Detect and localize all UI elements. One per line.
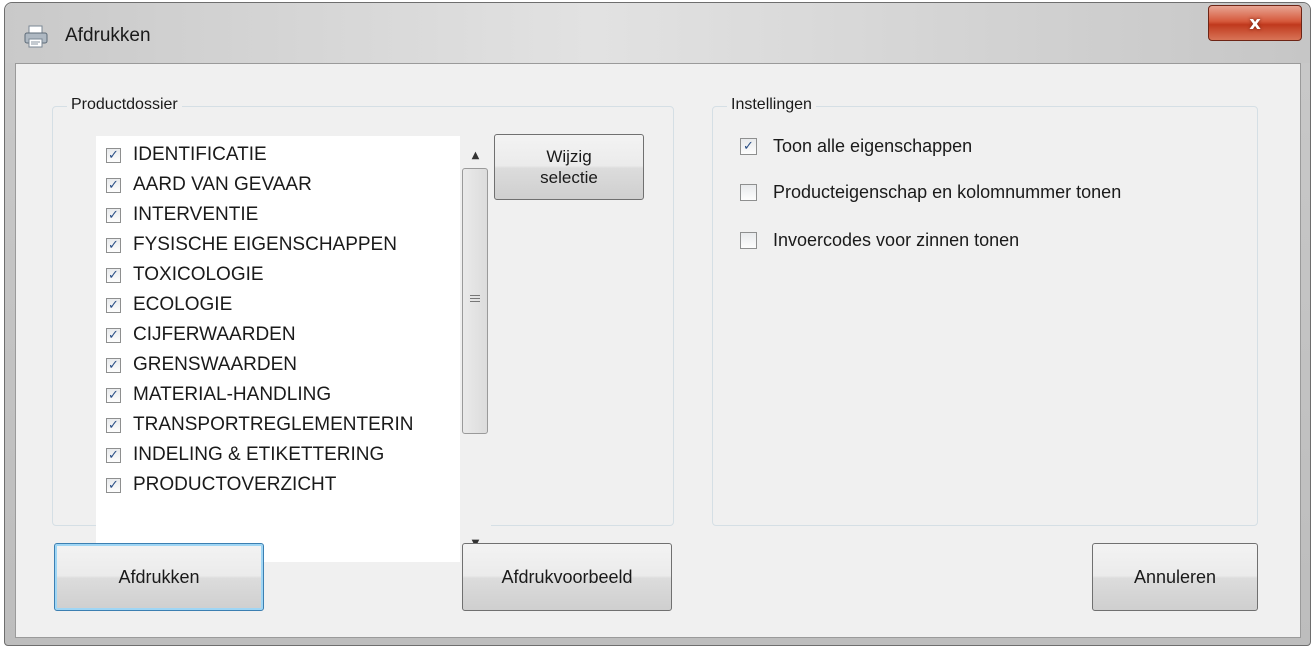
print-dialog: Afdrukken x Productdossier ✓ IDENTIFICATI…: [4, 2, 1311, 646]
preview-button[interactable]: Afdrukvoorbeeld: [462, 543, 672, 611]
checklist-item[interactable]: ✓ CIJFERWAARDEN: [106, 320, 296, 350]
checklist-item[interactable]: ✓ FYSISCHE EIGENSCHAPPEN: [106, 230, 397, 260]
checkbox[interactable]: ✓: [106, 237, 121, 253]
checkbox[interactable]: ✓: [106, 327, 121, 343]
checkbox[interactable]: ✓: [106, 357, 121, 373]
checklist-item[interactable]: ✓ ECOLOGIE: [106, 290, 232, 320]
checklist-item-label: TOXICOLOGIE: [133, 264, 264, 285]
printer-icon: [24, 25, 48, 48]
preview-button-label: Afdrukvoorbeeld: [501, 566, 633, 587]
print-button-label: Afdrukken: [118, 566, 200, 587]
instellingen-group-label: Instellingen: [727, 96, 816, 114]
print-button[interactable]: Afdrukken: [54, 543, 264, 611]
checkbox[interactable]: [740, 232, 757, 249]
checklist-item[interactable]: ✓ INDELING & ETIKETTERING: [106, 440, 384, 470]
checklist-item[interactable]: ✓ TOXICOLOGIE: [106, 260, 264, 290]
checkbox[interactable]: ✓: [106, 177, 121, 193]
checklist-item[interactable]: ✓ TRANSPORTREGLEMENTERIN: [106, 410, 413, 440]
checklist-item[interactable]: ✓ GRENSWAARDEN: [106, 350, 297, 380]
setting-option-label: Toon alle eigenschappen: [773, 136, 973, 156]
scroll-up-icon[interactable]: ▲: [460, 142, 491, 168]
setting-option[interactable]: Invoercodes voor zinnen tonen: [740, 230, 1019, 251]
scrollbar-thumb[interactable]: [462, 168, 488, 434]
checklist-item-label: GRENSWAARDEN: [133, 354, 297, 375]
checklist-scrollbar[interactable]: ▲ ▼: [460, 136, 491, 562]
checklist-item-label: TRANSPORTREGLEMENTERIN: [133, 414, 414, 435]
checklist-item-label: FYSISCHE EIGENSCHAPPEN: [133, 234, 397, 255]
checklist-item[interactable]: ✓ IDENTIFICATIE: [106, 140, 267, 170]
checkbox[interactable]: ✓: [106, 147, 121, 163]
checkbox[interactable]: ✓: [106, 477, 121, 493]
cancel-button-label: Annuleren: [1133, 566, 1217, 587]
checklist-item-label: INDELING & ETIKETTERING: [133, 444, 385, 465]
checklist-item[interactable]: ✓ PRODUCTOVERZICHT: [106, 470, 336, 500]
checkbox[interactable]: ✓: [106, 387, 121, 403]
wijzig-selectie-label-2: selectie: [540, 168, 598, 187]
checkbox[interactable]: [740, 184, 757, 201]
checkbox[interactable]: ✓: [106, 297, 121, 313]
checklist-item-label: MATERIAL-HANDLING: [133, 384, 332, 405]
checkbox[interactable]: ✓: [106, 207, 121, 223]
checklist-item-label: PRODUCTOVERZICHT: [133, 474, 337, 495]
cancel-button[interactable]: Annuleren: [1092, 543, 1258, 611]
checklist-item[interactable]: ✓ INTERVENTIE: [106, 200, 258, 230]
title-bar[interactable]: Afdrukken x: [5, 3, 1310, 63]
checkbox[interactable]: ✓: [106, 417, 121, 433]
setting-option[interactable]: ✓ Toon alle eigenschappen: [740, 136, 972, 157]
checklist-item-label: ECOLOGIE: [133, 294, 233, 315]
checklist-item[interactable]: ✓ AARD VAN GEVAAR: [106, 170, 312, 200]
checklist-item[interactable]: ✓ MATERIAL-HANDLING: [106, 380, 331, 410]
instellingen-group: Instellingen: [712, 96, 1258, 526]
checklist-item-label: IDENTIFICATIE: [133, 144, 267, 165]
checkbox[interactable]: ✓: [106, 447, 121, 463]
setting-option-label: Invoercodes voor zinnen tonen: [773, 230, 1020, 250]
checklist-item-label: CIJFERWAARDEN: [133, 324, 296, 345]
window-title: Afdrukken: [65, 25, 151, 46]
checklist-item-label: INTERVENTIE: [133, 204, 259, 225]
productdossier-checklist[interactable]: ✓ IDENTIFICATIE ✓ AARD VAN GEVAAR ✓ INTERVENT…: [96, 136, 491, 562]
checklist-item-label: AARD VAN GEVAAR: [133, 174, 312, 195]
setting-option-label: Producteigenschap en kolomnummer tonen: [773, 182, 1122, 202]
close-button[interactable]: x: [1208, 5, 1302, 41]
wijzig-selectie-button[interactable]: Wijzig selectie: [494, 134, 644, 200]
dialog-body: Productdossier ✓ IDENTIFICATIE ✓ AARD VAN G…: [15, 63, 1301, 638]
grip-icon: [470, 295, 480, 304]
checkbox[interactable]: ✓: [740, 138, 757, 155]
setting-option[interactable]: Producteigenschap en kolomnummer tonen: [740, 182, 1121, 203]
productdossier-group-label: Productdossier: [67, 96, 182, 114]
checkbox[interactable]: ✓: [106, 267, 121, 283]
wijzig-selectie-label-1: Wijzig: [546, 147, 592, 166]
